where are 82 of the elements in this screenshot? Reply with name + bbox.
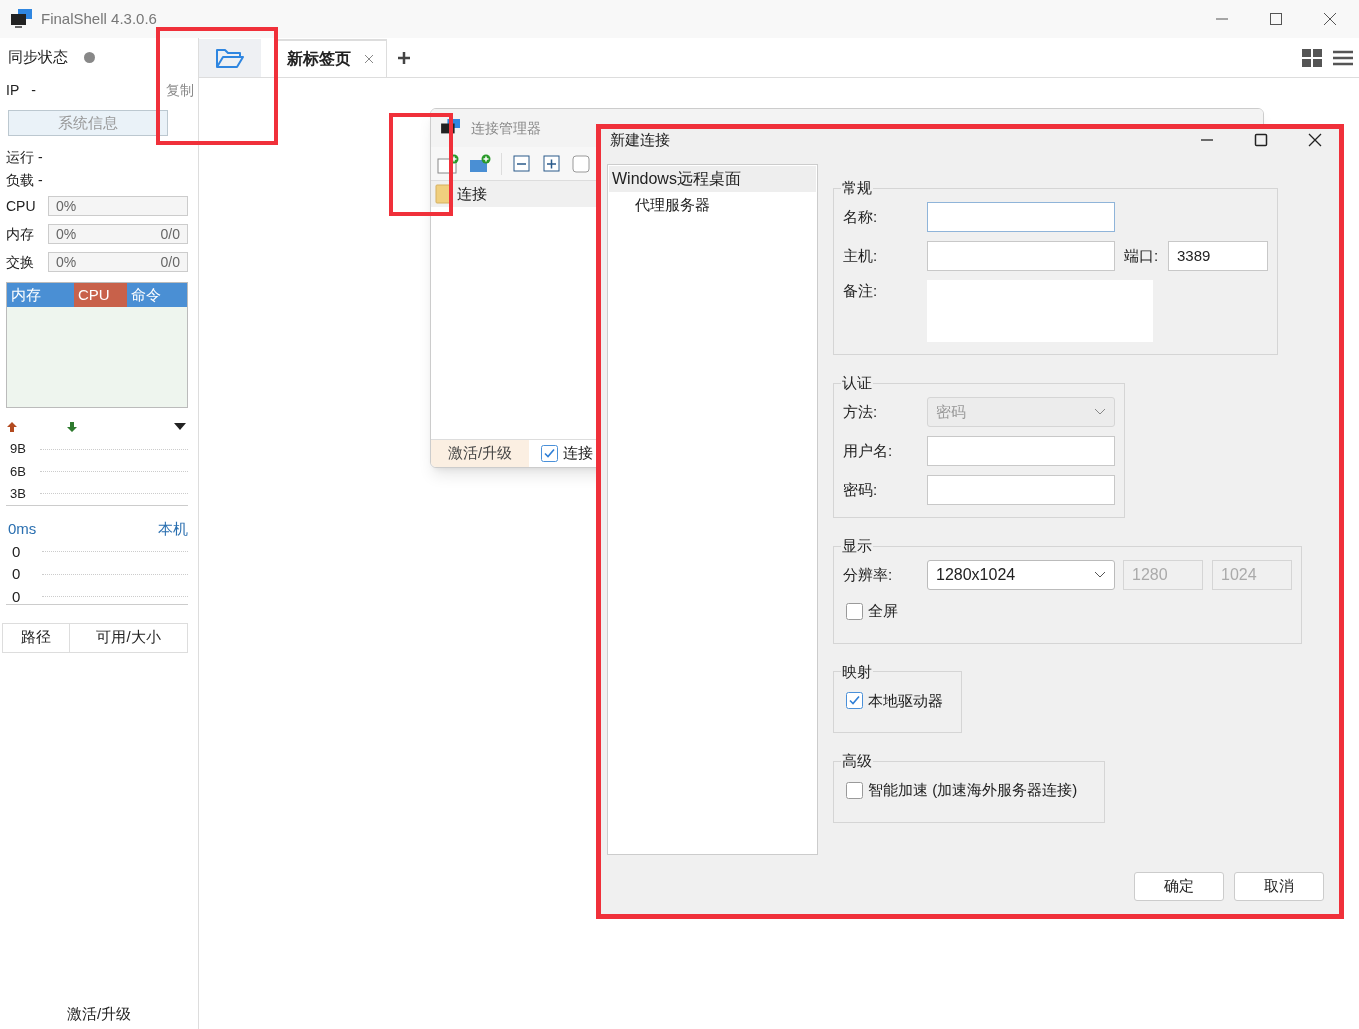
list-item[interactable]: 代理服务器 [609, 192, 816, 218]
dialog-title: 新建连接 [610, 129, 670, 150]
field-label: 方法: [843, 401, 879, 422]
ip-label: IP [6, 80, 20, 100]
host-link[interactable]: 本机 [158, 518, 188, 541]
group-title: 映射 [842, 662, 872, 680]
input-field[interactable] [927, 436, 1115, 466]
input-field[interactable]: 3389 [1168, 241, 1268, 271]
upload-arrow-icon [6, 421, 18, 433]
new-window-icon[interactable] [437, 153, 459, 174]
chevron-down-icon [1094, 571, 1106, 579]
maximize-icon[interactable] [1254, 133, 1268, 147]
latency-value: 0ms [8, 519, 37, 539]
window-title: FinalShell 4.3.0.6 [41, 8, 157, 29]
tab[interactable]: 新标签页 [275, 39, 387, 77]
load-text: 负载 - [6, 171, 43, 190]
checkbox-label: 全屏 [868, 601, 898, 621]
dropdown-icon [174, 423, 186, 431]
meter-label: 内存 [6, 224, 35, 244]
app-icon [11, 9, 33, 29]
group-title: 高级 [842, 752, 872, 769]
axis-label: 0 [12, 564, 22, 584]
copy-link[interactable]: 复制 [166, 79, 194, 101]
axis-label: 6B [10, 462, 27, 481]
open-folder-button[interactable] [199, 39, 261, 77]
add-tab-icon[interactable] [397, 51, 411, 65]
list-item[interactable]: Windows远程桌面 [609, 166, 816, 192]
collapse-icon[interactable] [512, 153, 532, 174]
maximize-icon[interactable] [1269, 12, 1283, 26]
meter-percent: 0% [56, 252, 77, 272]
field-label: 端口: [1124, 245, 1160, 266]
close-icon[interactable] [1308, 133, 1322, 147]
ip-value: - [31, 80, 36, 100]
monitor-tab[interactable]: CPU [74, 283, 127, 307]
group-title: 常规 [842, 179, 872, 196]
window-title: 连接管理器 [471, 118, 541, 138]
field-label: 名称: [843, 206, 879, 227]
axis-label: 3B [10, 485, 27, 504]
download-arrow-icon [66, 421, 78, 433]
activate-button[interactable]: 激活/升级 [431, 440, 529, 467]
field-label: 分辨率: [843, 564, 894, 585]
group-title: 认证 [842, 374, 872, 391]
resolution-dropdown[interactable]: 1280x1024 [927, 560, 1115, 590]
checkbox[interactable] [846, 602, 863, 620]
expand-icon[interactable] [542, 153, 562, 174]
chevron-down-icon [1094, 408, 1106, 416]
new-folder-icon[interactable] [469, 153, 491, 174]
column-header[interactable]: 路径 [3, 623, 70, 652]
meter-label: CPU [6, 196, 37, 216]
field-label: 用户名: [843, 440, 894, 461]
grid-view-icon[interactable] [1302, 49, 1322, 67]
column-header[interactable]: 可用/大小 [70, 623, 187, 652]
checkbox-label: 连接 [563, 443, 593, 464]
checkbox-label: 智能加速 (加速海外服务器连接) [868, 780, 1078, 800]
field-label: 备注: [843, 281, 879, 301]
input-field[interactable] [927, 202, 1115, 232]
dialog-button[interactable]: 确定 [1134, 872, 1224, 901]
menu-icon[interactable] [1333, 50, 1353, 66]
checkbox-icon[interactable] [572, 154, 590, 173]
checkbox[interactable] [541, 445, 558, 462]
sync-label: 同步状态 [8, 46, 68, 67]
close-icon[interactable] [1323, 12, 1337, 26]
meter-percent: 0% [56, 224, 77, 244]
checkbox[interactable] [846, 692, 863, 710]
input-field[interactable] [927, 241, 1115, 271]
meter-percent: 0% [56, 196, 77, 216]
meter-label: 交换 [6, 252, 35, 272]
meter-amount: 0/0 [160, 224, 180, 244]
axis-label: 0 [12, 541, 22, 562]
axis-label: 9B [10, 440, 27, 459]
dialog-button[interactable]: 取消 [1234, 872, 1324, 901]
group-title: 显示 [842, 537, 872, 554]
field-label: 密码: [843, 479, 879, 500]
checkbox[interactable] [846, 781, 863, 799]
input-field[interactable] [927, 475, 1115, 505]
axis-label: 0 [12, 586, 22, 607]
folder-icon [215, 47, 245, 69]
uptime-text: 运行 - [6, 148, 43, 167]
folder-icon [435, 184, 451, 204]
checkbox-label: 本地驱动器 [868, 690, 943, 711]
field-label: 主机: [843, 245, 879, 266]
meter-amount: 0/0 [160, 252, 180, 272]
